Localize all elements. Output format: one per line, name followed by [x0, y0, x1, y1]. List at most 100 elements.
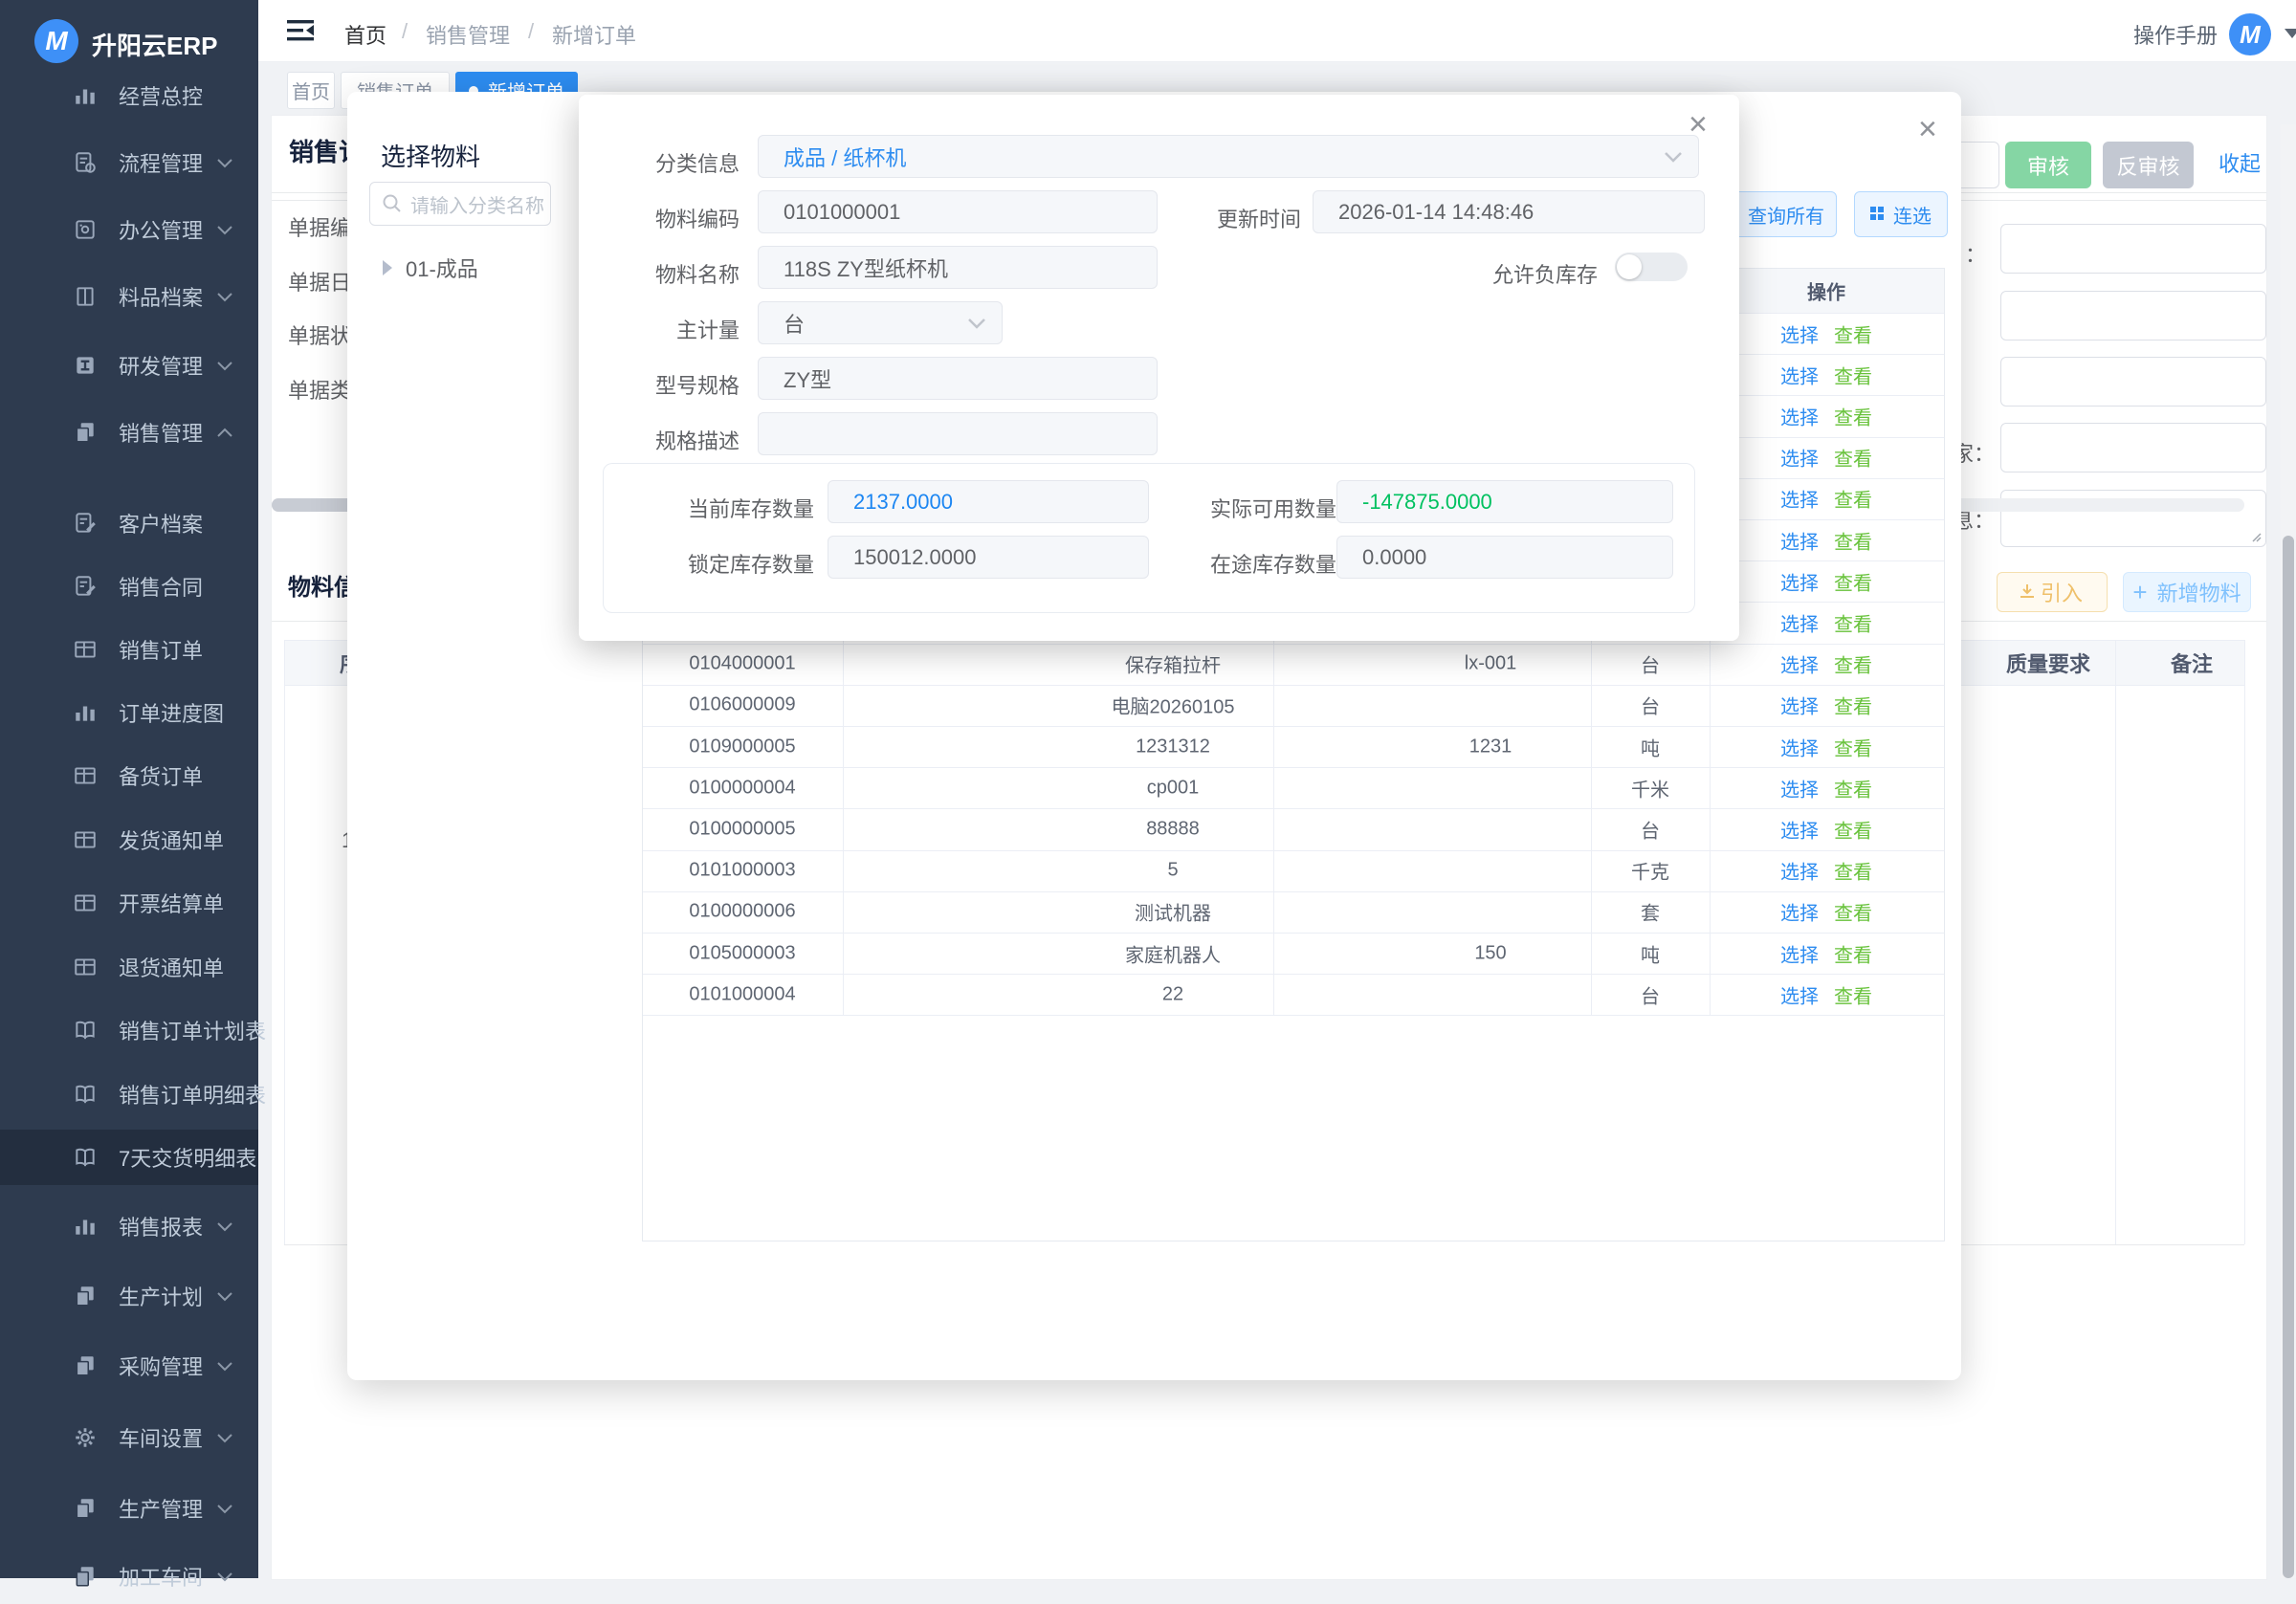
right-input-2[interactable] — [2000, 291, 2266, 341]
sidebar-item-label: 开票结算单 — [119, 888, 224, 918]
category-select[interactable]: 成品 / 纸杯机 — [758, 135, 1699, 178]
collapse-panel-link[interactable]: 收起 — [2219, 147, 2261, 178]
view-link[interactable]: 查看 — [1834, 904, 1872, 925]
view-link[interactable]: 查看 — [1834, 366, 1872, 387]
view-link[interactable]: 查看 — [1834, 780, 1872, 801]
vertical-scrollbar[interactable] — [2281, 124, 2296, 1578]
select-link[interactable]: 选择 — [1780, 450, 1819, 471]
sidebar-item-0[interactable]: 经营总控 — [0, 68, 258, 123]
material-code-field[interactable]: 0101000001 — [758, 190, 1158, 233]
user-menu-caret-icon[interactable] — [2285, 29, 2296, 38]
sidebar-item-2[interactable]: 办公管理 — [0, 202, 258, 257]
right-input-1[interactable] — [2000, 224, 2266, 274]
select-link[interactable]: 选择 — [1780, 573, 1819, 594]
allow-negative-toggle[interactable] — [1615, 253, 1688, 281]
sidebar-item-7[interactable]: 销售合同 — [0, 559, 258, 614]
sidebar-item-8[interactable]: 销售订单 — [0, 622, 258, 677]
tree-node-finished-goods[interactable]: 01-成品 — [383, 253, 478, 283]
material-name-field[interactable]: 118S ZY型纸杯机 — [758, 246, 1158, 289]
sidebar-item-14[interactable]: 销售订单计划表 — [0, 1002, 258, 1058]
select-link[interactable]: 选择 — [1780, 532, 1819, 553]
unit-select[interactable]: 台 — [758, 301, 1003, 344]
sidebar-item-16[interactable]: 7天交货明细表 — [0, 1130, 258, 1185]
tree-expand-caret-icon[interactable] — [383, 260, 392, 275]
view-link[interactable]: 查看 — [1834, 656, 1872, 677]
tab-home[interactable]: 首页 — [287, 72, 335, 109]
view-link[interactable]: 查看 — [1834, 821, 1872, 842]
code-cell: 0106000009 — [689, 694, 795, 716]
select-link[interactable]: 选择 — [1780, 697, 1819, 718]
view-link[interactable]: 查看 — [1834, 863, 1872, 884]
view-link[interactable]: 查看 — [1834, 450, 1872, 471]
ops-cell: 选择查看 — [1780, 485, 1872, 513]
user-avatar[interactable]: M — [2229, 13, 2271, 55]
sidebar-item-1[interactable]: 流程管理 — [0, 135, 258, 190]
view-link[interactable]: 查看 — [1834, 532, 1872, 553]
collapse-menu-icon[interactable] — [287, 18, 314, 43]
sidebar-item-6[interactable]: 客户档案 — [0, 495, 258, 551]
view-link[interactable]: 查看 — [1834, 738, 1872, 759]
sidebar-item-20[interactable]: 车间设置 — [0, 1410, 258, 1465]
openbook-icon — [73, 1145, 98, 1170]
breadcrumb-sales[interactable]: 销售管理 — [426, 19, 510, 50]
transit-stock-label: 在途库存数量 — [1183, 548, 1336, 579]
update-time-field[interactable]: 2026-01-14 14:48:46 — [1313, 190, 1705, 233]
view-link[interactable]: 查看 — [1834, 945, 1872, 966]
breadcrumb-home[interactable]: 首页 — [344, 19, 386, 50]
breadcrumb-sep: / — [402, 19, 408, 44]
add-material-button[interactable]: + 新增物料 — [2123, 572, 2251, 612]
manual-link[interactable]: 操作手册 — [2133, 19, 2218, 50]
select-link[interactable]: 选择 — [1780, 407, 1819, 428]
select-link[interactable]: 选择 — [1780, 738, 1819, 759]
sidebar-item-19[interactable]: 采购管理 — [0, 1338, 258, 1394]
sidebar-item-11[interactable]: 发货通知单 — [0, 812, 258, 868]
select-link[interactable]: 选择 — [1780, 863, 1819, 884]
top-header: 首页 / 销售管理 / 新增订单 操作手册 M — [258, 0, 2296, 62]
view-link[interactable]: 查看 — [1834, 986, 1872, 1007]
sidebar-item-12[interactable]: 开票结算单 — [0, 875, 258, 931]
detail-close-icon[interactable]: × — [1689, 108, 1708, 141]
view-link[interactable]: 查看 — [1834, 614, 1872, 635]
sidebar-item-22[interactable]: 加工车间 — [0, 1549, 258, 1604]
select-link[interactable]: 选择 — [1780, 780, 1819, 801]
sidebar-item-label: 销售管理 — [119, 417, 203, 448]
sidebar-item-18[interactable]: 生产计划 — [0, 1268, 258, 1324]
sidebar-item-10[interactable]: 备货订单 — [0, 748, 258, 803]
audit-button[interactable]: 审核 — [2005, 142, 2091, 188]
category-search-input[interactable]: 请输入分类名称 — [369, 182, 551, 226]
select-link[interactable]: 选择 — [1780, 656, 1819, 677]
right-input-3[interactable] — [2000, 357, 2266, 406]
spec-desc-label: 规格描述 — [579, 425, 740, 455]
sidebar-item-17[interactable]: 销售报表 — [0, 1198, 258, 1254]
select-link[interactable]: 选择 — [1780, 614, 1819, 635]
material-row-0100000004: 0100000004cp001千米选择查看 — [643, 767, 1944, 809]
select-link[interactable]: 选择 — [1780, 945, 1819, 966]
sidebar-item-15[interactable]: 销售订单明细表 — [0, 1066, 258, 1122]
select-link[interactable]: 选择 — [1780, 986, 1819, 1007]
select-link[interactable]: 选择 — [1780, 491, 1819, 512]
sidebar-item-5[interactable]: 销售管理 — [0, 405, 258, 460]
vertical-scrollbar-thumb[interactable] — [2283, 536, 2294, 1578]
unaudit-button[interactable]: 反审核 — [2103, 142, 2194, 188]
material-row-0101000003: 01010000035千克选择查看 — [643, 850, 1944, 892]
import-button[interactable]: 引入 — [1997, 572, 2108, 612]
sidebar-item-3[interactable]: 料品档案 — [0, 269, 258, 324]
modal-close-icon[interactable]: × — [1918, 113, 1937, 145]
select-link[interactable]: 选择 — [1780, 366, 1819, 387]
sidebar-item-4[interactable]: 研发管理 — [0, 338, 258, 393]
model-spec-field[interactable]: ZY型 — [758, 357, 1158, 400]
view-link[interactable]: 查看 — [1834, 573, 1872, 594]
right-input-4[interactable] — [2000, 423, 2266, 472]
view-link[interactable]: 查看 — [1834, 407, 1872, 428]
select-link[interactable]: 选择 — [1780, 325, 1819, 346]
spec-desc-field[interactable] — [758, 412, 1158, 455]
view-link[interactable]: 查看 — [1834, 325, 1872, 346]
sidebar-item-13[interactable]: 退货通知单 — [0, 939, 258, 995]
sidebar-item-9[interactable]: 订单进度图 — [0, 685, 258, 740]
view-link[interactable]: 查看 — [1834, 491, 1872, 512]
select-link[interactable]: 选择 — [1780, 821, 1819, 842]
select-link[interactable]: 选择 — [1780, 904, 1819, 925]
view-link[interactable]: 查看 — [1834, 697, 1872, 718]
multi-select-button[interactable]: 连选 — [1854, 191, 1948, 237]
sidebar-item-21[interactable]: 生产管理 — [0, 1481, 258, 1536]
